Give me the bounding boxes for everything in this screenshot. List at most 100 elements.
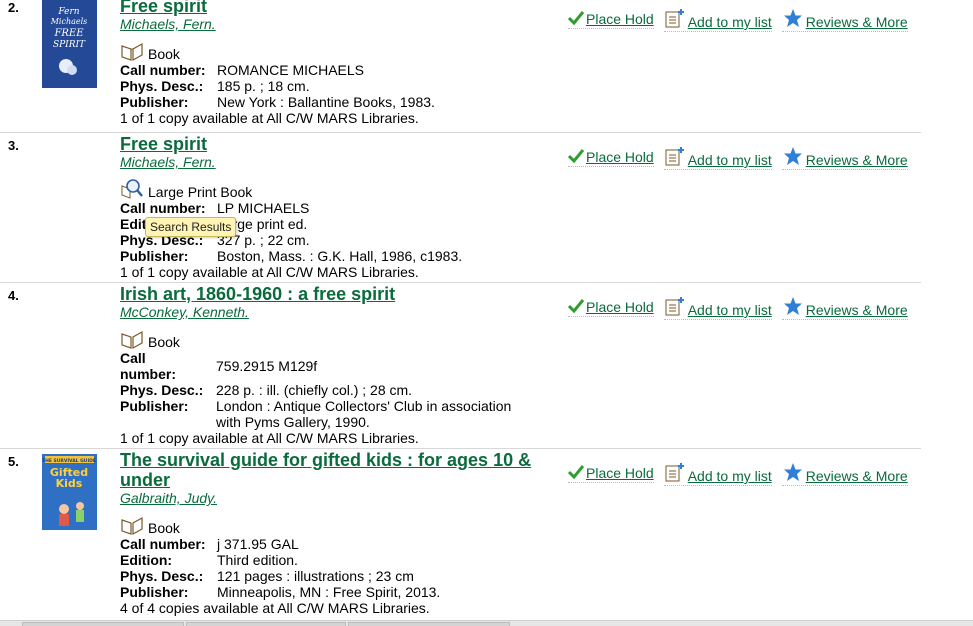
result-author-link[interactable]: Michaels, Fern. xyxy=(120,16,560,32)
field-value: Third edition. xyxy=(217,552,298,568)
availability: 1 of 1 copy available at All C/W MARS Li… xyxy=(120,110,419,126)
result-author-link[interactable]: Galbraith, Judy. xyxy=(120,490,560,506)
add-to-list-link[interactable]: Add to my list xyxy=(663,8,772,32)
svg-text:Michaels: Michaels xyxy=(50,17,88,26)
cover-image[interactable]: Fern Michaels FREE SPIRIT xyxy=(42,0,97,88)
field-label: Publisher: xyxy=(120,94,189,110)
taskbar-tab[interactable] xyxy=(348,622,510,626)
field-value: 121 pages : illustrations ; 23 cm xyxy=(217,568,414,584)
checkmark-icon xyxy=(567,11,585,28)
reviews-link[interactable]: Reviews & More xyxy=(781,146,908,170)
format-label: Large Print Book xyxy=(148,184,253,200)
book-icon xyxy=(120,514,144,536)
tooltip: Search Results xyxy=(145,217,237,237)
format: Large Print Book xyxy=(120,176,560,200)
result-item: 4. Irish art, 1860-1960 : a free spirit … xyxy=(0,284,921,449)
details: Call number: 759.2915 M129f Phys. Desc.: 2… xyxy=(120,350,530,430)
field-label: Phys. Desc.: xyxy=(120,568,204,584)
result-item: 5. THE SURVIVAL GUIDE Gifted Kids The su… xyxy=(0,450,921,620)
format: Book xyxy=(120,38,560,62)
field-value: 759.2915 M129f xyxy=(216,358,318,374)
list-add-icon xyxy=(664,8,686,31)
format: Book xyxy=(120,512,560,536)
star-icon xyxy=(782,296,804,319)
field-value: LP MICHAELS xyxy=(217,200,310,216)
format-label: Book xyxy=(148,334,180,350)
book-icon xyxy=(120,328,144,350)
format: Book xyxy=(120,326,560,350)
add-to-list-link[interactable]: Add to my list xyxy=(663,146,772,170)
place-hold-link[interactable]: Place Hold xyxy=(567,465,654,483)
taskbar xyxy=(0,620,973,626)
result-info: Free spirit Michaels, Fern. Large Print … xyxy=(120,134,560,280)
result-title-link[interactable]: Irish art, 1860-1960 : a free spirit xyxy=(120,284,560,304)
result-info: Irish art, 1860-1960 : a free spirit McC… xyxy=(120,284,560,446)
format-label: Book xyxy=(148,46,180,62)
result-info: The survival guide for gifted kids : for… xyxy=(120,450,560,616)
result-number: 2. xyxy=(8,0,19,15)
field-value: j 371.95 GAL xyxy=(217,536,299,552)
field-value: London : Antique Collectors' Club in ass… xyxy=(216,398,512,430)
field-value: ROMANCE MICHAELS xyxy=(217,62,365,78)
star-icon xyxy=(782,146,804,169)
field-label: Phys. Desc.: xyxy=(120,78,204,94)
availability: 1 of 1 copy available at All C/W MARS Li… xyxy=(120,264,419,280)
field-value: 185 p. ; 18 cm. xyxy=(217,78,310,94)
reviews-link[interactable]: Reviews & More xyxy=(781,462,908,486)
reviews-link[interactable]: Reviews & More xyxy=(781,296,908,320)
add-to-list-link[interactable]: Add to my list xyxy=(663,296,772,320)
availability: 1 of 1 copy available at All C/W MARS Li… xyxy=(120,430,419,446)
result-title-link[interactable]: Free spirit xyxy=(120,134,560,154)
checkmark-icon xyxy=(567,149,585,166)
result-number: 5. xyxy=(8,454,19,469)
result-title-link[interactable]: Free spirit xyxy=(120,0,560,16)
field-value: 327 p. ; 22 cm. xyxy=(217,232,310,248)
cover-image[interactable]: THE SURVIVAL GUIDE Gifted Kids xyxy=(42,454,97,530)
field-label: Call number: xyxy=(120,350,176,382)
list-add-icon xyxy=(664,146,686,169)
book-icon xyxy=(120,40,144,62)
field-value: 228 p. : ill. (chiefly col.) ; 28 cm. xyxy=(216,382,413,398)
checkmark-icon xyxy=(567,465,585,482)
details: Call number: j 371.95 GAL Edition: Third e… xyxy=(120,536,560,600)
add-to-list-link[interactable]: Add to my list xyxy=(663,462,772,486)
result-actions: Place Hold Add to my list Reviews & More xyxy=(567,462,918,486)
taskbar-tab[interactable] xyxy=(186,622,346,626)
result-actions: Place Hold Add to my list Reviews & More xyxy=(567,8,918,32)
result-actions: Place Hold Add to my list Reviews & More xyxy=(567,146,918,170)
field-label: Call number: xyxy=(120,200,206,216)
result-item: 3. Free spirit Michaels, Fern. Large Pri… xyxy=(0,134,921,283)
list-add-icon xyxy=(664,462,686,485)
svg-text:Fern: Fern xyxy=(57,7,79,17)
svg-text:Kids: Kids xyxy=(56,477,83,490)
result-actions: Place Hold Add to my list Reviews & More xyxy=(567,296,918,320)
result-number: 3. xyxy=(8,138,19,153)
reviews-link[interactable]: Reviews & More xyxy=(781,8,908,32)
field-label: Publisher: xyxy=(120,248,189,264)
search-results-page: 2. Fern Michaels FREE SPIRIT Free spirit… xyxy=(0,0,973,626)
magnifier-book-icon xyxy=(120,178,144,200)
star-icon xyxy=(782,8,804,31)
field-value: Boston, Mass. : G.K. Hall, 1986, c1983. xyxy=(217,248,463,264)
result-author-link[interactable]: Michaels, Fern. xyxy=(120,154,560,170)
result-item: 2. Fern Michaels FREE SPIRIT Free spirit… xyxy=(0,0,921,133)
field-label: Call number: xyxy=(120,62,206,78)
checkmark-icon xyxy=(567,299,585,316)
place-hold-link[interactable]: Place Hold xyxy=(567,299,654,317)
result-title-link[interactable]: The survival guide for gifted kids : for… xyxy=(120,450,540,490)
result-author-link[interactable]: McConkey, Kenneth. xyxy=(120,304,560,320)
place-hold-link[interactable]: Place Hold xyxy=(567,149,654,167)
field-value: Large print ed. xyxy=(217,216,308,232)
field-label: Publisher: xyxy=(120,584,189,600)
field-label: Phys. Desc.: xyxy=(120,382,204,398)
availability: 4 of 4 copies available at All C/W MARS … xyxy=(120,600,430,616)
result-number: 4. xyxy=(8,288,19,303)
field-value: Minneapolis, MN : Free Spirit, 2013. xyxy=(217,584,441,600)
svg-text:SPIRIT: SPIRIT xyxy=(53,40,86,50)
format-label: Book xyxy=(148,520,180,536)
list-add-icon xyxy=(664,296,686,319)
place-hold-link[interactable]: Place Hold xyxy=(567,11,654,29)
svg-text:THE SURVIVAL GUIDE: THE SURVIVAL GUIDE xyxy=(42,458,96,464)
taskbar-tab[interactable] xyxy=(22,622,184,626)
field-value: New York : Ballantine Books, 1983. xyxy=(217,94,435,110)
